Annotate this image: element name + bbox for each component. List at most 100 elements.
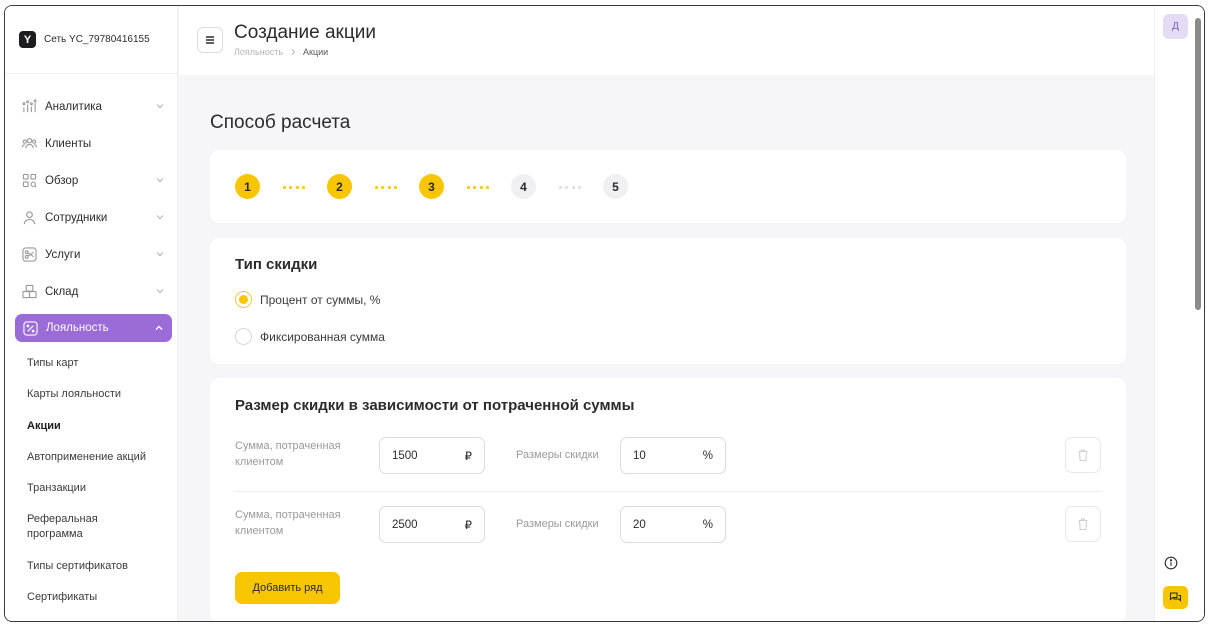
subnav-certificates[interactable]: Сертификаты: [27, 582, 177, 613]
discount-row: Сумма, потраченная клиентом 2500 ₽ Разме…: [235, 506, 1101, 556]
trash-icon: [1078, 518, 1088, 531]
page-header: Создание акции Лояльность Акции: [179, 6, 1156, 75]
overview-icon: [21, 173, 37, 189]
delete-row-button[interactable]: [1065, 437, 1101, 473]
sidebar: Y Сеть YC_79780416155 Аналитика Клиенты: [5, 6, 178, 621]
stepper: 1 2 3 4 5: [210, 150, 1126, 223]
right-toolbar: Д: [1154, 6, 1204, 621]
spent-amount-input[interactable]: 1500 ₽: [379, 437, 485, 474]
radio-label: Фиксированная сумма: [260, 329, 385, 344]
chevron-down-icon: [156, 252, 164, 257]
spent-label: Сумма, потраченная клиентом: [235, 509, 341, 537]
delete-row-button[interactable]: [1065, 506, 1101, 542]
size-label: Размеры скидки: [516, 449, 599, 461]
discount-size-card: Размер скидки в зависимости от потраченн…: [210, 378, 1126, 621]
breadcrumb: Лояльность Акции: [234, 47, 328, 57]
discount-size-input[interactable]: 20 %: [620, 506, 726, 543]
menu-toggle-button[interactable]: [197, 27, 223, 53]
sidebar-item-label: Обзор: [45, 174, 79, 187]
ruble-icon: ₽: [464, 450, 472, 463]
boxes-icon: [21, 284, 37, 300]
step-connector: [559, 186, 581, 189]
page-title: Создание акции: [234, 22, 376, 43]
step-2[interactable]: 2: [327, 174, 352, 199]
breadcrumb-current: Акции: [303, 47, 329, 57]
subnav-card-types[interactable]: Типы карт: [27, 348, 177, 379]
percent-unit: %: [702, 518, 713, 531]
discount-type-card: Тип скидки Процент от суммы, % Фиксирова…: [210, 238, 1126, 364]
radio-label: Процент от суммы, %: [260, 292, 381, 307]
sidebar-item-label: Лояльность: [46, 322, 109, 334]
subnav-loyalty-cards[interactable]: Карты лояльности: [27, 379, 177, 410]
user-icon: [21, 210, 37, 226]
size-value: 10: [633, 449, 646, 462]
main-content: Способ расчета 1 2 3 4 5 Тип скидки Проц…: [179, 75, 1156, 621]
size-value: 20: [633, 518, 646, 531]
step-3[interactable]: 3: [419, 174, 444, 199]
info-icon[interactable]: [1164, 556, 1178, 570]
radio-checked-icon: [235, 291, 252, 308]
app-window: Y Сеть YC_79780416155 Аналитика Клиенты: [4, 5, 1205, 622]
analytics-icon: [21, 99, 37, 115]
radio-fixed[interactable]: Фиксированная сумма: [235, 328, 385, 345]
sidebar-item-services[interactable]: Услуги: [5, 236, 177, 273]
add-row-button[interactable]: Добавить ряд: [235, 572, 340, 604]
discount-size-title: Размер скидки в зависимости от потраченн…: [235, 397, 635, 414]
ruble-icon: ₽: [464, 519, 472, 532]
radio-percent[interactable]: Процент от суммы, %: [235, 291, 380, 308]
subnav-promotions[interactable]: Акции: [27, 411, 177, 442]
sidebar-item-label: Клиенты: [45, 137, 92, 150]
sidebar-item-staff[interactable]: Сотрудники: [5, 199, 177, 236]
row-divider: [235, 491, 1101, 492]
chevron-down-icon: [156, 215, 164, 220]
loyalty-subnav: Типы карт Карты лояльности Акции Автопри…: [5, 348, 177, 613]
sidebar-item-label: Услуги: [45, 248, 81, 261]
chevron-down-icon: [156, 289, 164, 294]
spent-value: 2500: [392, 518, 418, 531]
sidebar-item-warehouse[interactable]: Склад: [5, 273, 177, 310]
hamburger-icon: [206, 36, 214, 44]
subnav-referral[interactable]: Реферальная программа: [27, 504, 117, 550]
clients-icon: [21, 136, 37, 152]
step-4[interactable]: 4: [511, 174, 536, 199]
sidebar-nav: Аналитика Клиенты Обзор Сотрудники Услуг…: [5, 74, 177, 613]
subnav-auto-apply[interactable]: Автоприменение акций: [27, 442, 177, 473]
trash-icon: [1078, 449, 1088, 462]
step-1[interactable]: 1: [235, 174, 260, 199]
chevron-down-icon: [156, 104, 164, 109]
percent-icon: [22, 320, 38, 336]
percent-unit: %: [702, 449, 713, 462]
brand-name: Сеть YC_79780416155: [44, 34, 150, 45]
discount-size-input[interactable]: 10 %: [620, 437, 726, 474]
chevron-down-icon: [156, 178, 164, 183]
sidebar-item-label: Аналитика: [45, 100, 102, 113]
subnav-transactions[interactable]: Транзакции: [27, 473, 177, 504]
brand-logo: Y: [19, 31, 36, 48]
step-connector: [467, 186, 489, 189]
scissors-icon: [21, 247, 37, 263]
subnav-certificate-types[interactable]: Типы сертификатов: [27, 550, 177, 581]
chevron-right-icon: [291, 49, 296, 55]
sidebar-item-label: Склад: [45, 285, 79, 298]
spent-label: Сумма, потраченная клиентом: [235, 440, 341, 468]
spent-amount-input[interactable]: 2500 ₽: [379, 506, 485, 543]
sidebar-item-analytics[interactable]: Аналитика: [5, 88, 177, 125]
sidebar-item-clients[interactable]: Клиенты: [5, 125, 177, 162]
step-connector: [283, 186, 305, 189]
breadcrumb-link[interactable]: Лояльность: [234, 47, 283, 57]
sidebar-item-loyalty[interactable]: Лояльность: [15, 314, 172, 342]
chevron-up-icon: [155, 325, 163, 330]
step-connector: [375, 186, 397, 189]
chat-icon: [1169, 592, 1182, 602]
brand[interactable]: Y Сеть YC_79780416155: [5, 6, 177, 74]
avatar[interactable]: Д: [1163, 14, 1188, 39]
chat-button[interactable]: [1163, 586, 1188, 609]
discount-row: Сумма, потраченная клиентом 1500 ₽ Разме…: [235, 437, 1101, 487]
discount-type-title: Тип скидки: [235, 256, 318, 273]
scrollbar[interactable]: [1195, 18, 1201, 310]
spent-value: 1500: [392, 449, 418, 462]
step-5[interactable]: 5: [603, 174, 628, 199]
section-title: Способ расчета: [210, 112, 351, 133]
sidebar-item-overview[interactable]: Обзор: [5, 162, 177, 199]
size-label: Размеры скидки: [516, 518, 599, 530]
